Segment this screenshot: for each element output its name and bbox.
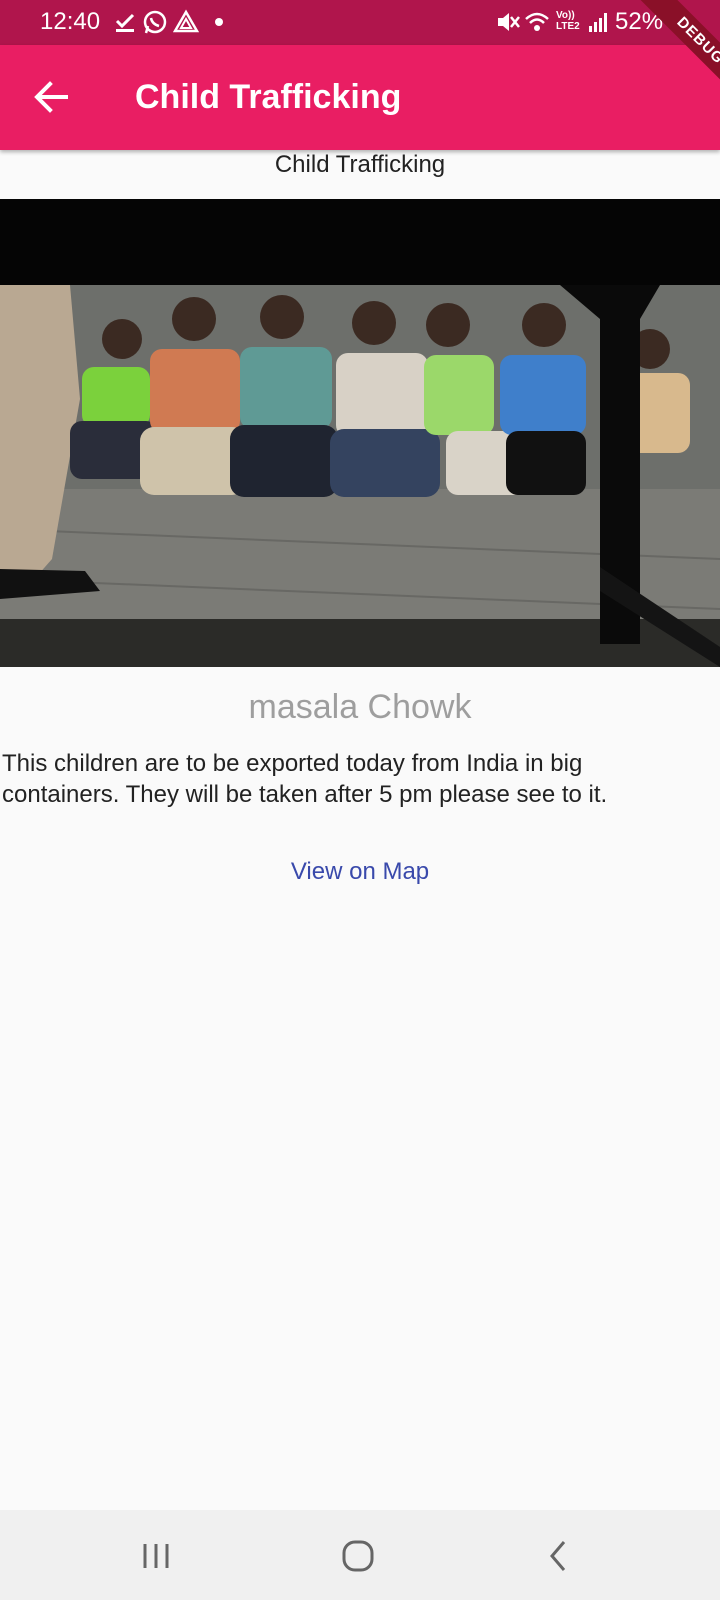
home-icon [342,1540,374,1572]
app-bar: Child Trafficking [0,45,720,150]
drive-icon [173,9,199,33]
system-nav-bar [0,1510,720,1600]
lte-signal-icon: Vo)) LTE2 [556,10,580,32]
recent-apps-icon [143,1544,169,1568]
mute-icon [498,13,520,31]
download-done-icon [115,13,135,32]
back-button[interactable] [28,73,76,121]
wifi-icon [525,12,549,31]
lte-label-top: Vo)) [556,10,575,21]
recent-apps-button[interactable] [128,1530,184,1582]
notification-dot-icon [215,18,223,26]
app-bar-title: Child Trafficking [135,78,402,116]
report-description: This children are to be exported today f… [2,750,608,808]
status-bar: 12:40 Vo)) LTE2 52% [0,0,720,45]
view-on-map-button[interactable]: View on Map [260,852,460,892]
whatsapp-icon [143,10,167,34]
lte-label-bottom: LTE2 [556,21,580,32]
hero-image [0,199,720,667]
page-subtitle: Child Trafficking [274,151,446,178]
home-button[interactable] [330,1530,386,1582]
location-title: masala Chowk [248,688,472,726]
back-icon [550,1541,566,1571]
signal-bars-icon [589,13,607,32]
nav-back-button[interactable] [530,1530,586,1582]
arrow-left-icon [34,81,68,113]
status-time: 12:40 [40,8,101,35]
